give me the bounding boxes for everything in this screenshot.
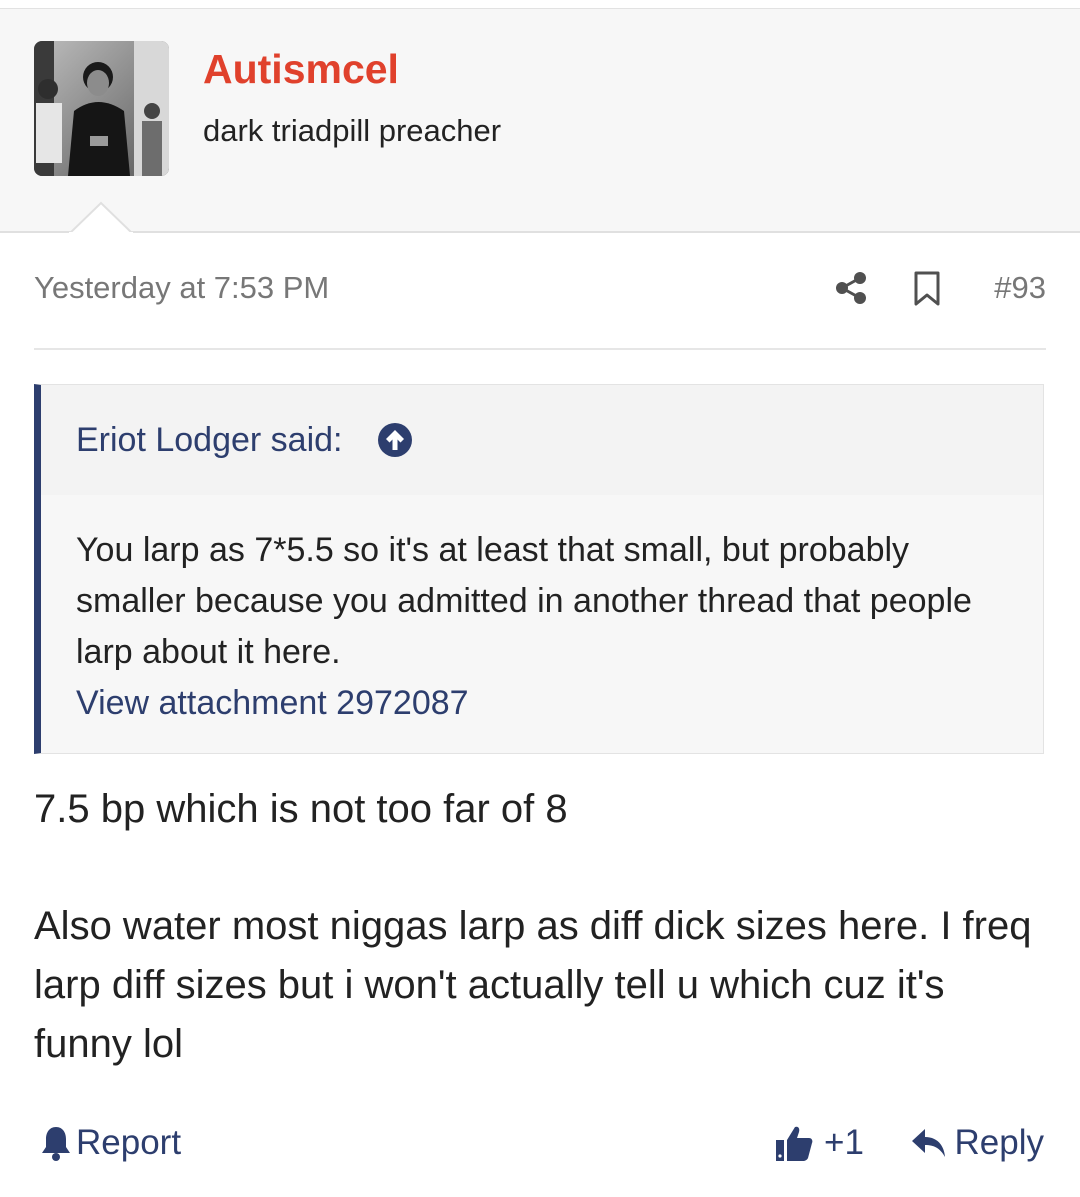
quote-block: Eriot Lodger said: You larp as 7*5.5 so … — [34, 384, 1044, 754]
report-label: Report — [76, 1123, 182, 1162]
post-user-header: Autismcel dark triadpill preacher — [0, 9, 1080, 233]
like-count: +1 — [824, 1123, 864, 1162]
post-actions: Report +1 Reply — [34, 1115, 1046, 1171]
username[interactable]: Autismcel — [203, 47, 399, 91]
top-border — [0, 0, 1080, 9]
post-body: 7.5 bp which is not too far of 8 Also wa… — [34, 780, 1046, 1074]
user-title: dark triadpill preacher — [203, 113, 502, 148]
post-timestamp[interactable]: Yesterday at 7:53 PM — [34, 268, 329, 308]
quote-author[interactable]: Eriot Lodger said: — [76, 420, 343, 460]
like-button[interactable]: +1 — [774, 1121, 864, 1165]
attachment-link[interactable]: View attachment 2972087 — [76, 678, 469, 729]
meta-divider — [34, 348, 1046, 350]
post-number[interactable]: #93 — [994, 268, 1046, 308]
reply-button[interactable]: Reply — [911, 1121, 1044, 1165]
avatar-photo — [34, 41, 169, 176]
bookmark-icon[interactable] — [912, 271, 942, 307]
quote-text: You larp as 7*5.5 so it's at least that … — [76, 531, 972, 671]
share-icon[interactable] — [834, 271, 868, 305]
thumbs-up-icon — [776, 1126, 813, 1161]
bell-icon — [42, 1127, 70, 1161]
reply-label: Reply — [954, 1123, 1044, 1162]
post-paragraph: 7.5 bp which is not too far of 8 — [34, 787, 568, 831]
arrow-up-circle-icon[interactable] — [377, 422, 413, 458]
user-avatar[interactable] — [34, 41, 169, 176]
reply-arrow-icon — [911, 1129, 945, 1157]
header-caret — [69, 201, 133, 234]
report-button[interactable]: Report — [40, 1121, 181, 1165]
post-meta: Yesterday at 7:53 PM #93 — [34, 262, 1046, 318]
post-paragraph: Also water most niggas larp as diff dick… — [34, 904, 1032, 1066]
